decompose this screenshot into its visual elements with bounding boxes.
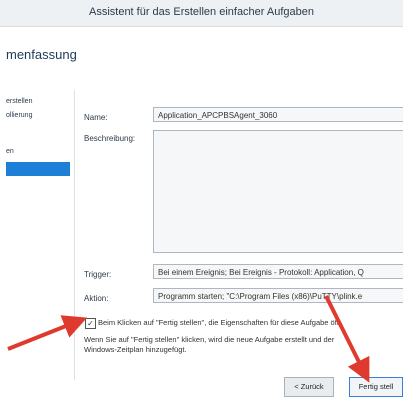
arrow-to-finish-button <box>324 295 370 383</box>
arrow-to-checkbox <box>7 315 88 351</box>
annotation-arrows <box>7 295 370 383</box>
